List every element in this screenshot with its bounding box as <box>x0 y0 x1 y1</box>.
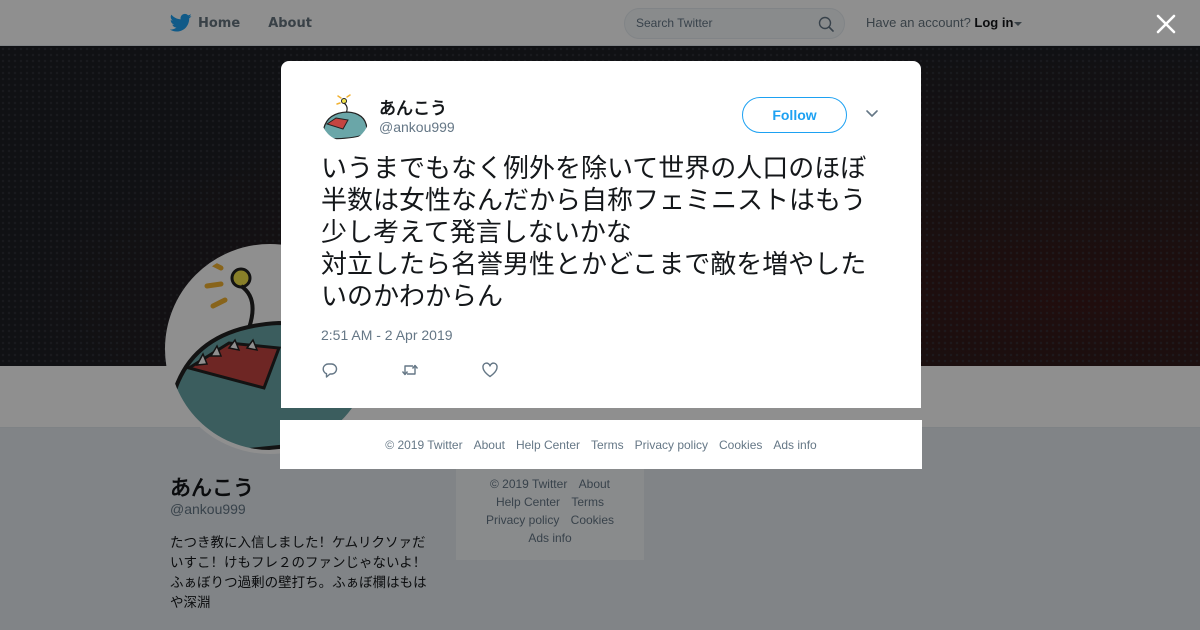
modal-footer-help-center[interactable]: Help Center <box>516 438 580 452</box>
modal-footer-ads-info[interactable]: Ads info <box>773 438 816 452</box>
tweet-author-handle[interactable]: @ankou999 <box>379 119 455 135</box>
tweet-text: いうまでもなく例外を除いて世界の人口のほぼ半数は女性なんだから自称フェミニストは… <box>321 154 867 312</box>
tweet-author-avatar[interactable] <box>321 93 369 141</box>
chevron-down-icon[interactable] <box>865 109 879 119</box>
reply-icon <box>322 363 338 378</box>
modal-footer-about[interactable]: About <box>474 438 505 452</box>
close-icon[interactable] <box>1154 12 1178 36</box>
heart-icon <box>482 362 498 378</box>
modal-footer: © 2019 Twitter About Help Center Terms P… <box>280 420 922 469</box>
modal-footer-cookies[interactable]: Cookies <box>719 438 762 452</box>
tweet-timestamp[interactable]: 2:51 AM - 2 Apr 2019 <box>321 327 453 343</box>
anglerfish-avatar-icon <box>321 93 369 141</box>
retweet-icon <box>401 364 419 376</box>
tweet-modal: あんこう @ankou999 Follow いうまでもなく例外を除いて世界の人口… <box>281 61 921 408</box>
like-button[interactable] <box>481 360 561 380</box>
tweet-actions <box>321 360 561 380</box>
tweet-author-name[interactable]: あんこう <box>379 94 447 119</box>
modal-footer-copyright: © 2019 Twitter <box>385 437 463 452</box>
modal-footer-privacy[interactable]: Privacy policy <box>635 438 708 452</box>
follow-button[interactable]: Follow <box>742 97 847 133</box>
retweet-button[interactable] <box>401 360 481 380</box>
reply-button[interactable] <box>321 360 401 380</box>
modal-footer-terms[interactable]: Terms <box>591 438 624 452</box>
